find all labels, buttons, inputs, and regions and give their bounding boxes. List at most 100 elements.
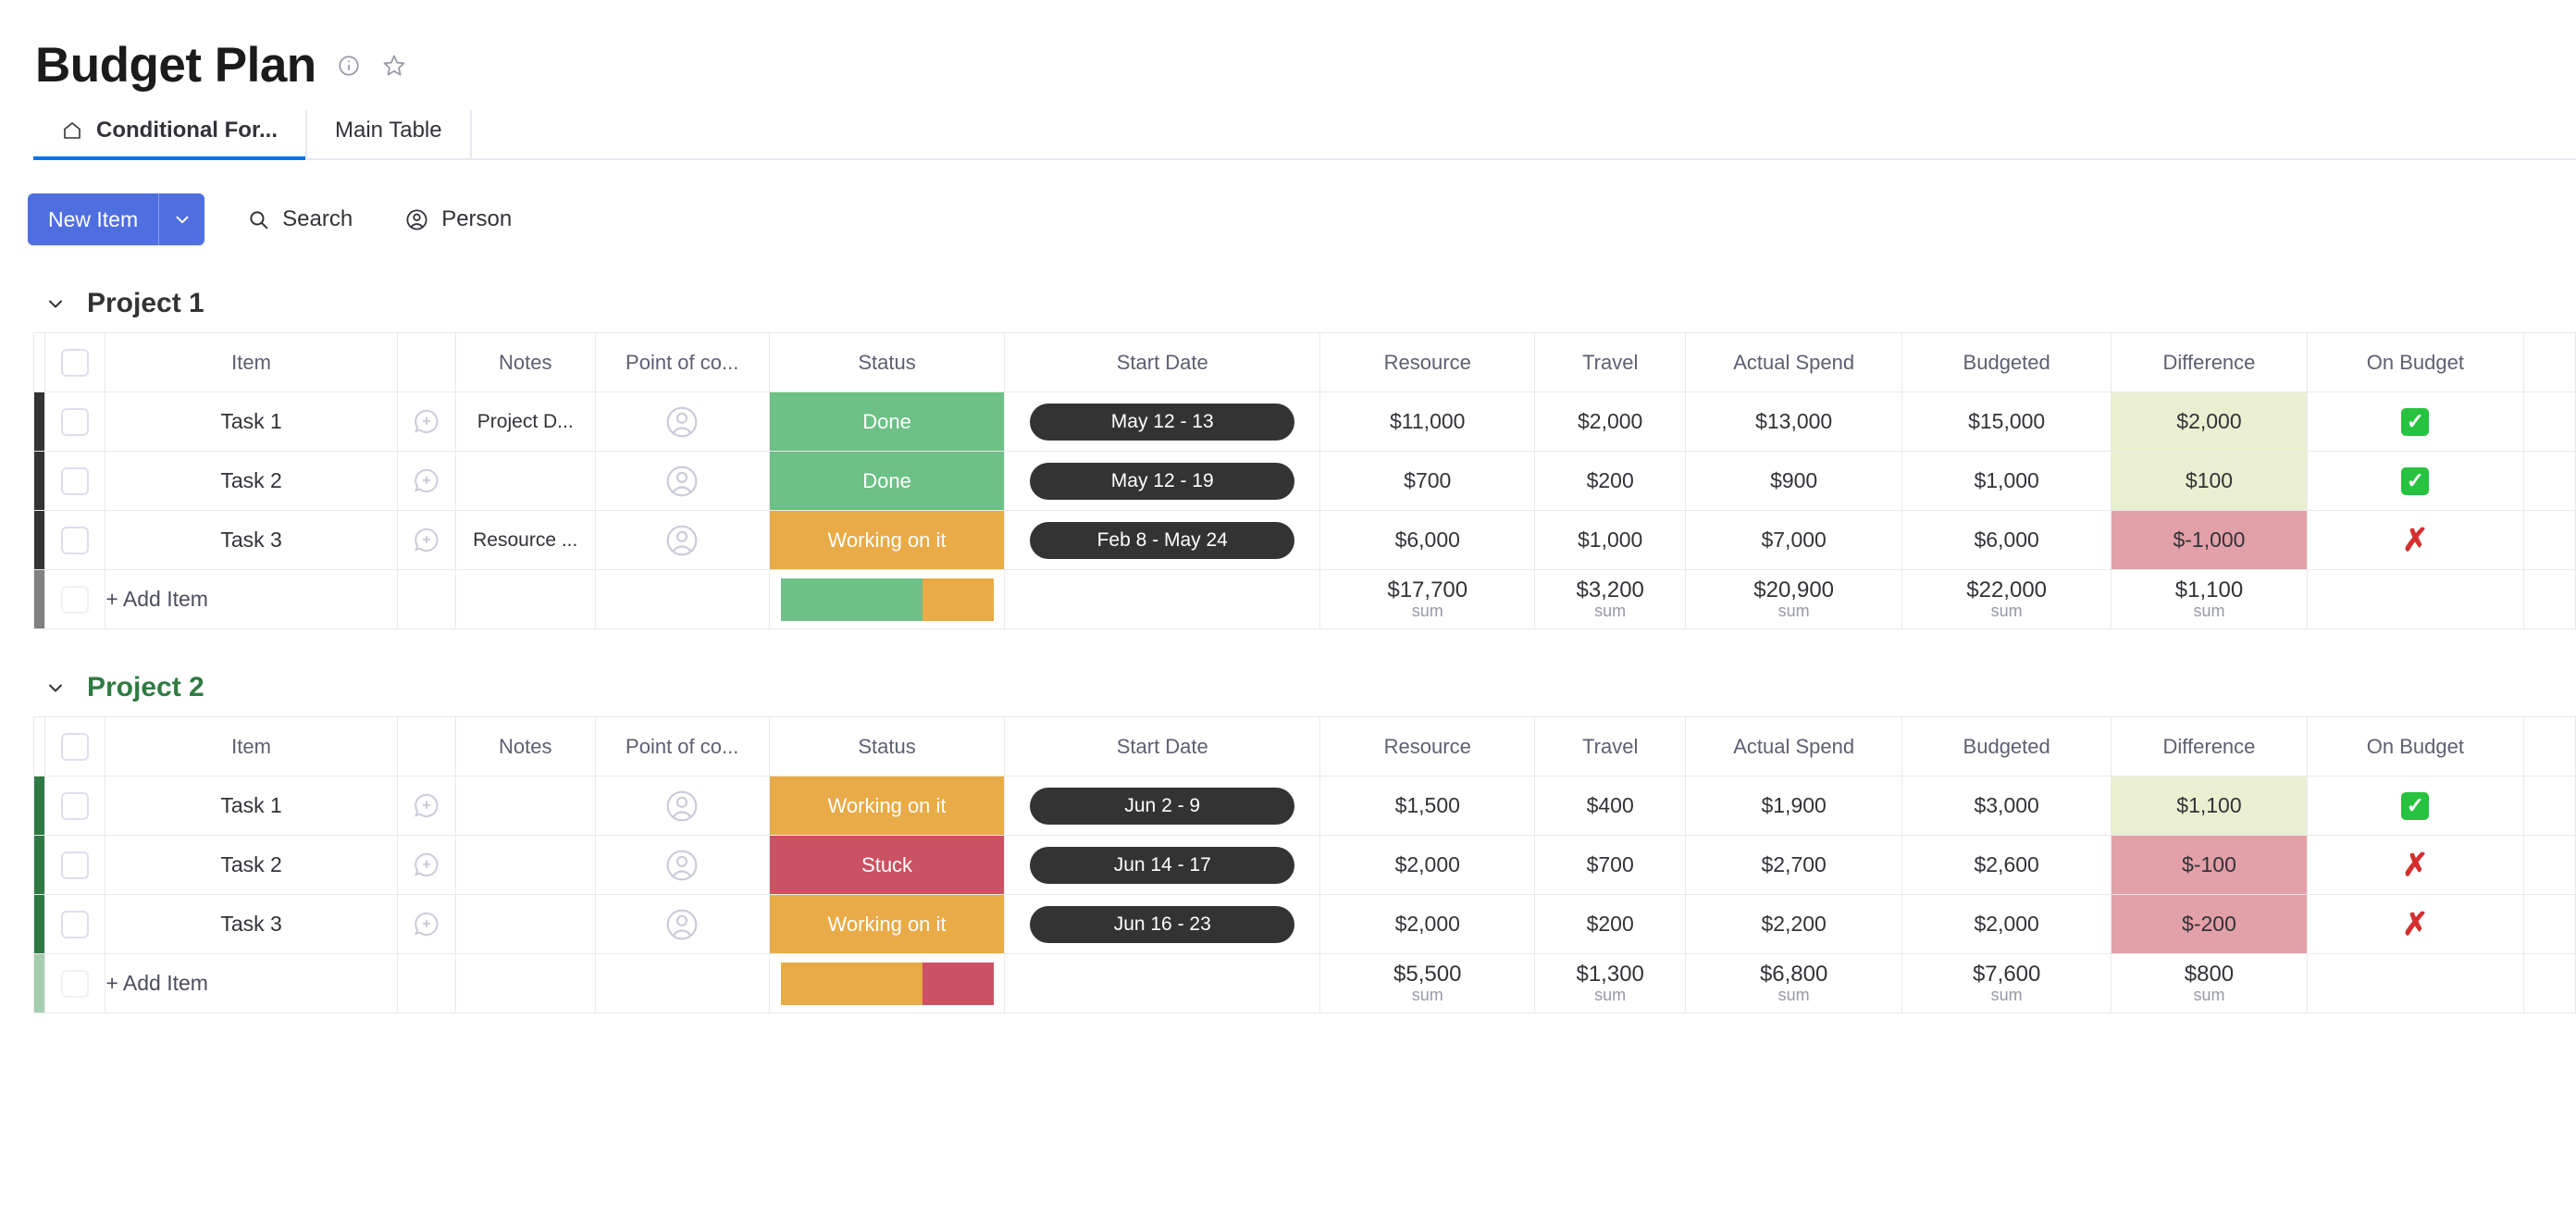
cell-actual-spend[interactable]: $7,000: [1685, 510, 1903, 570]
cell-point-of-contact[interactable]: [594, 894, 770, 954]
cell-item[interactable]: Task 1: [105, 776, 398, 836]
cell-start-date[interactable]: Jun 2 - 9: [1004, 776, 1321, 836]
column-header-actual-spend[interactable]: Actual Spend: [1685, 716, 1903, 776]
cell-actual-spend[interactable]: $2,200: [1685, 894, 1903, 954]
row-checkbox[interactable]: [61, 466, 90, 495]
cell-budgeted[interactable]: $2,000: [1901, 894, 2112, 954]
column-header-status[interactable]: Status: [768, 716, 1006, 776]
cell-budgeted[interactable]: $2,600: [1901, 835, 2112, 895]
info-circle-icon[interactable]: [337, 54, 361, 78]
column-header-resource[interactable]: Resource: [1319, 332, 1536, 392]
cell-item[interactable]: Task 2: [105, 451, 398, 511]
add-comment-icon[interactable]: [398, 525, 455, 556]
tab-main-table[interactable]: Main Table: [307, 110, 472, 158]
cell-status[interactable]: Done: [768, 451, 1006, 511]
column-header-resource[interactable]: Resource: [1319, 716, 1536, 776]
person-avatar-placeholder-icon[interactable]: [596, 404, 769, 441]
row-select-cell[interactable]: [44, 451, 106, 511]
group-header[interactable]: Project 1: [44, 288, 2576, 319]
cell-difference[interactable]: $100: [2111, 451, 2308, 511]
chevron-down-icon[interactable]: [158, 193, 204, 245]
cell-travel[interactable]: $700: [1534, 835, 1687, 895]
cell-point-of-contact[interactable]: [594, 835, 770, 895]
group-header[interactable]: Project 2: [44, 672, 2576, 703]
column-header-start-date[interactable]: Start Date: [1004, 332, 1321, 392]
cell-travel[interactable]: $200: [1534, 451, 1687, 511]
column-header-budgeted[interactable]: Budgeted: [1901, 716, 2112, 776]
cell-point-of-contact[interactable]: [594, 776, 770, 836]
cell-on-budget[interactable]: ✗: [2306, 510, 2524, 570]
row-select-cell[interactable]: [44, 569, 106, 629]
cell-travel[interactable]: $400: [1534, 776, 1687, 836]
row-select-cell[interactable]: [44, 953, 106, 1013]
star-icon[interactable]: [381, 53, 407, 79]
cell-notes[interactable]: [454, 451, 596, 511]
cell-start-date[interactable]: Jun 16 - 23: [1004, 894, 1321, 954]
cell-conversation[interactable]: [396, 835, 456, 895]
row-select-cell[interactable]: [44, 835, 106, 895]
cell-conversation[interactable]: [396, 776, 456, 836]
row-checkbox[interactable]: [61, 585, 90, 614]
cell-actual-spend[interactable]: $1,900: [1685, 776, 1903, 836]
column-header-item[interactable]: Item: [105, 716, 398, 776]
select-all-header[interactable]: [44, 716, 106, 776]
column-header-add[interactable]: [2522, 716, 2576, 776]
cell-budgeted[interactable]: $1,000: [1901, 451, 2112, 511]
cell-item[interactable]: Task 2: [105, 835, 398, 895]
cell-budgeted[interactable]: $15,000: [1901, 391, 2112, 452]
row-checkbox[interactable]: [61, 851, 90, 879]
tab-conditional-formatting[interactable]: Conditional For...: [33, 110, 307, 160]
row-checkbox[interactable]: [61, 969, 90, 998]
row-checkbox[interactable]: [61, 526, 90, 554]
cell-difference[interactable]: $-200: [2111, 894, 2308, 954]
cell-difference[interactable]: $2,000: [2111, 391, 2308, 452]
column-header-item[interactable]: Item: [105, 332, 398, 392]
row-checkbox[interactable]: [61, 791, 90, 820]
cell-difference[interactable]: $-1,000: [2111, 510, 2308, 570]
cell-conversation[interactable]: [396, 391, 456, 452]
cell-start-date[interactable]: Jun 14 - 17: [1004, 835, 1321, 895]
column-header-difference[interactable]: Difference: [2111, 716, 2308, 776]
person-filter-button[interactable]: Person: [395, 201, 521, 238]
cell-actual-spend[interactable]: $2,700: [1685, 835, 1903, 895]
cell-resource[interactable]: $2,000: [1319, 835, 1536, 895]
column-header-notes[interactable]: Notes: [454, 716, 596, 776]
row-checkbox[interactable]: [61, 407, 90, 436]
cell-status[interactable]: Working on it: [768, 510, 1006, 570]
cell-on-budget[interactable]: ✓: [2306, 391, 2524, 452]
column-header-point-of-contact[interactable]: Point of co...: [594, 332, 770, 392]
column-header-add[interactable]: [2522, 332, 2576, 392]
cell-on-budget[interactable]: ✓: [2306, 776, 2524, 836]
cell-actual-spend[interactable]: $900: [1685, 451, 1903, 511]
column-header-difference[interactable]: Difference: [2111, 332, 2308, 392]
cell-resource[interactable]: $11,000: [1319, 391, 1536, 452]
cell-start-date[interactable]: May 12 - 19: [1004, 451, 1321, 511]
cell-start-date[interactable]: May 12 - 13: [1004, 391, 1321, 452]
column-header-on-budget[interactable]: On Budget: [2306, 716, 2524, 776]
select-all-checkbox[interactable]: [61, 348, 90, 377]
cell-on-budget[interactable]: ✗: [2306, 894, 2524, 954]
cell-notes[interactable]: Resource ...: [454, 510, 596, 570]
cell-conversation[interactable]: [396, 510, 456, 570]
cell-conversation[interactable]: [396, 894, 456, 954]
row-select-cell[interactable]: [44, 391, 106, 452]
cell-travel[interactable]: $2,000: [1534, 391, 1687, 452]
add-comment-icon[interactable]: [398, 790, 455, 822]
select-all-checkbox[interactable]: [61, 732, 90, 761]
add-item-button[interactable]: + Add Item: [105, 953, 398, 1013]
cell-conversation[interactable]: [396, 451, 456, 511]
cell-status[interactable]: Working on it: [768, 776, 1006, 836]
cell-resource[interactable]: $1,500: [1319, 776, 1536, 836]
chevron-down-icon[interactable]: [44, 677, 67, 699]
cell-point-of-contact[interactable]: [594, 391, 770, 452]
cell-travel[interactable]: $200: [1534, 894, 1687, 954]
cell-resource[interactable]: $2,000: [1319, 894, 1536, 954]
cell-budgeted[interactable]: $6,000: [1901, 510, 2112, 570]
column-header-point-of-contact[interactable]: Point of co...: [594, 716, 770, 776]
person-avatar-placeholder-icon[interactable]: [596, 522, 769, 559]
cell-difference[interactable]: $1,100: [2111, 776, 2308, 836]
column-header-notes[interactable]: Notes: [454, 332, 596, 392]
column-header-on-budget[interactable]: On Budget: [2306, 332, 2524, 392]
cell-on-budget[interactable]: ✗: [2306, 835, 2524, 895]
new-item-button[interactable]: New Item: [28, 193, 205, 245]
